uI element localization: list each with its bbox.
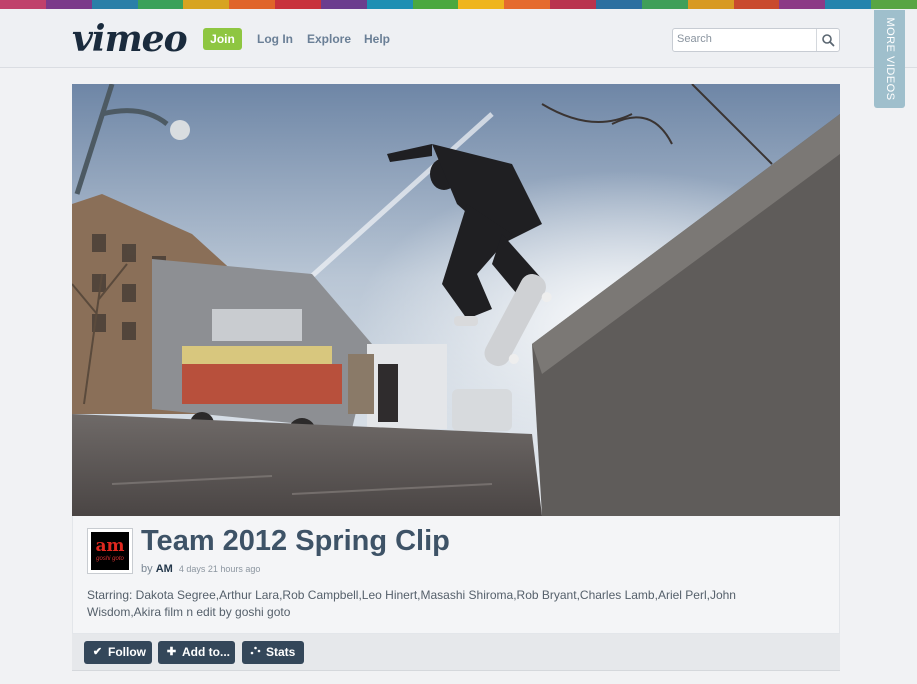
brand-color-stripe [0,0,917,9]
stats-icon-graphic [250,646,261,655]
plus-icon: ✚ [166,646,177,658]
avatar-logo-subtext: goshi goto [96,556,124,562]
video-description: Starring: Dakota Segree,Arthur Lara,Rob … [87,588,736,619]
avatar-image: am goshi goto [91,532,129,570]
stripe-segment [366,0,413,9]
video-still-frame [72,84,840,516]
more-videos-label: MORE VIDEOS [883,17,896,101]
stats-icon [250,641,261,664]
video-player[interactable] [72,84,840,516]
action-bar: ✔ Follow ✚ Add to... Stats [72,634,840,671]
video-title: Team 2012 Spring Clip [141,525,450,557]
stripe-segment [687,0,734,9]
search-box [672,28,840,52]
stripe-segment [504,0,551,9]
video-info-panel: am goshi goto Team 2012 Spring Clip by A… [72,516,840,634]
avatar-logo-text: am [95,536,125,556]
stats-label: Stats [266,645,296,659]
stripe-segment [229,0,276,9]
add-to-button[interactable]: ✚ Add to... [158,641,235,664]
stripe-segment [412,0,459,9]
stripe-segment [733,0,780,9]
vimeo-logo[interactable]: vimeo [72,19,188,59]
stats-button[interactable]: Stats [242,641,304,664]
posted-time: 4 days 21 hours ago [178,564,261,574]
follow-label: Follow [108,645,146,659]
stripe-segment [275,0,321,9]
stripe-segment [458,0,505,9]
search-input[interactable] [677,31,813,47]
stripe-segment [183,0,230,9]
add-to-label: Add to... [182,645,230,659]
byline-prefix: by [141,563,153,575]
join-button[interactable]: Join [203,28,242,50]
follow-button[interactable]: ✔ Follow [84,641,152,664]
stripe-segment [595,0,642,9]
stripe-segment [779,0,826,9]
stripe-segment [45,0,92,9]
check-icon: ✔ [92,646,103,658]
stripe-segment [0,0,46,9]
more-videos-tab[interactable]: MORE VIDEOS [874,10,905,108]
stripe-segment [825,0,872,9]
search-button[interactable] [816,29,839,51]
author-avatar[interactable]: am goshi goto [87,528,133,574]
stripe-segment [320,0,367,9]
video-byline: by AM 4 days 21 hours ago [141,563,260,575]
nav-login-link[interactable]: Log In [257,32,293,46]
stripe-segment [550,0,596,9]
site-header: vimeo Join Log In Explore Help [0,9,917,68]
search-icon [822,34,835,47]
nav-help-link[interactable]: Help [364,32,390,46]
stripe-segment [871,0,917,9]
author-link[interactable]: AM [156,563,173,575]
nav-explore-link[interactable]: Explore [307,32,351,46]
stripe-segment [91,0,138,9]
stripe-segment [641,0,688,9]
stripe-segment [137,0,184,9]
